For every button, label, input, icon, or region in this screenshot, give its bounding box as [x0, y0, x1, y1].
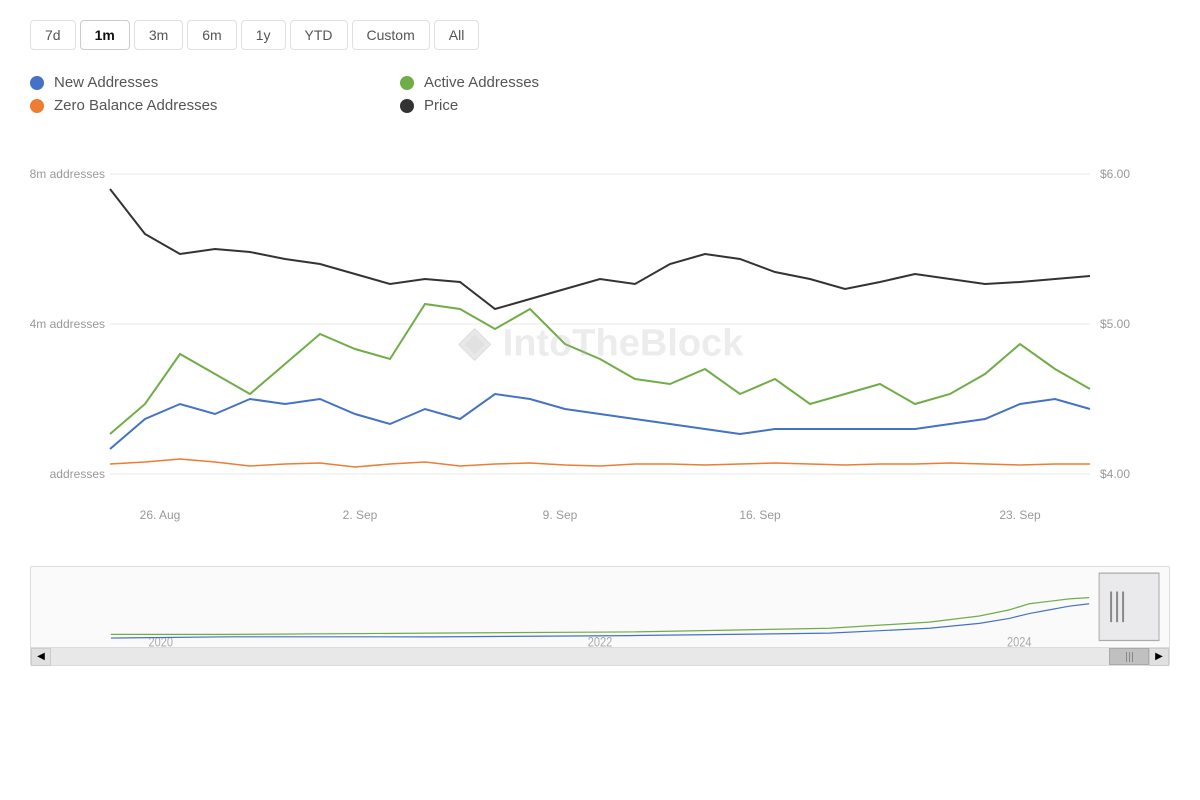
btn-1m[interactable]: 1m	[80, 20, 130, 50]
legend-label-zero: Zero Balance Addresses	[54, 97, 217, 114]
svg-text:23. Sep: 23. Sep	[999, 508, 1041, 522]
legend-dot-zero	[30, 99, 44, 113]
legend-new-addresses[interactable]: New Addresses	[30, 74, 360, 91]
legend-dot-active	[400, 76, 414, 90]
navigator-chart: 2020 2022 2024 ◀ ▶	[30, 566, 1170, 666]
svg-text:$4.00: $4.00	[1100, 467, 1130, 481]
scroll-left-arrow[interactable]: ◀	[31, 648, 51, 666]
legend-label-new: New Addresses	[54, 74, 158, 91]
chart-svg: 4.8m addresses 2.4m addresses addresses …	[30, 134, 1170, 554]
legend-zero-balance[interactable]: Zero Balance Addresses	[30, 97, 360, 114]
legend-active-addresses[interactable]: Active Addresses	[400, 74, 730, 91]
svg-text:26. Aug: 26. Aug	[140, 508, 181, 522]
btn-all[interactable]: All	[434, 20, 480, 50]
svg-text:$5.00: $5.00	[1100, 317, 1130, 331]
svg-text:$6.00: $6.00	[1100, 167, 1130, 181]
legend-label-price: Price	[424, 97, 458, 114]
scrollbar: ◀ ▶	[31, 647, 1169, 665]
scroll-bar	[51, 648, 1149, 665]
grip-line-3	[1132, 652, 1133, 662]
svg-text:9. Sep: 9. Sep	[543, 508, 578, 522]
btn-3m[interactable]: 3m	[134, 20, 183, 50]
scroll-right-arrow[interactable]: ▶	[1149, 648, 1169, 666]
btn-ytd[interactable]: YTD	[290, 20, 348, 50]
svg-text:16. Sep: 16. Sep	[739, 508, 781, 522]
time-range-bar: 7d 1m 3m 6m 1y YTD Custom All	[30, 20, 1170, 50]
legend-price[interactable]: Price	[400, 97, 730, 114]
btn-custom[interactable]: Custom	[352, 20, 430, 50]
svg-text:4.8m addresses: 4.8m addresses	[30, 167, 105, 181]
legend-dot-new	[30, 76, 44, 90]
svg-text:2.4m addresses: 2.4m addresses	[30, 317, 105, 331]
scroll-thumb[interactable]	[1109, 648, 1149, 665]
svg-text:addresses: addresses	[50, 467, 105, 481]
btn-1y[interactable]: 1y	[241, 20, 286, 50]
app-container: 7d 1m 3m 6m 1y YTD Custom All New Addres…	[0, 0, 1200, 800]
svg-text:2. Sep: 2. Sep	[343, 508, 378, 522]
grip-line-2	[1129, 652, 1130, 662]
btn-7d[interactable]: 7d	[30, 20, 76, 50]
legend-label-active: Active Addresses	[424, 74, 539, 91]
chart-legend: New Addresses Active Addresses Zero Bala…	[30, 74, 730, 114]
main-chart: IntoTheBlock 4.8m addresses 2.4m address…	[30, 134, 1170, 554]
grip-line-1	[1126, 652, 1127, 662]
legend-dot-price	[400, 99, 414, 113]
btn-6m[interactable]: 6m	[187, 20, 236, 50]
